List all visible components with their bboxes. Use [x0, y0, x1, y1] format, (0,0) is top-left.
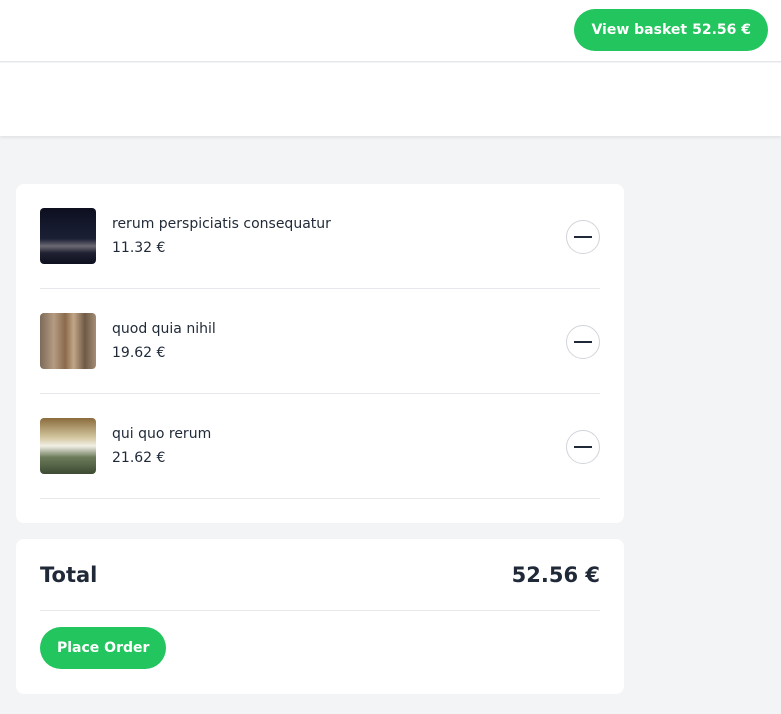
view-basket-button[interactable]: View basket 52.56 €: [574, 9, 768, 51]
product-image: [40, 208, 96, 264]
total-row: Total 52.56 €: [40, 539, 600, 611]
item-price: 21.62 €: [112, 450, 166, 466]
product-image: [40, 418, 96, 474]
item-price: 19.62 €: [112, 345, 166, 361]
minus-icon: [574, 341, 592, 343]
item-name: quod quia nihil: [112, 321, 216, 337]
minus-icon: [574, 236, 592, 238]
basket-items-card: rerum perspiciatis consequatur 11.32 € q…: [16, 184, 624, 523]
remove-item-button[interactable]: [566, 220, 600, 254]
top-bar: View basket 52.56 €: [0, 0, 781, 62]
basket-item: quod quia nihil 19.62 €: [40, 289, 600, 394]
total-label: Total: [40, 562, 98, 587]
remove-item-button[interactable]: [566, 325, 600, 359]
product-image: [40, 313, 96, 369]
order-summary-card: Total 52.56 € Place Order: [16, 539, 624, 694]
basket-item: rerum perspiciatis consequatur 11.32 €: [40, 184, 600, 289]
item-price: 11.32 €: [112, 240, 166, 256]
item-info: qui quo rerum 21.62 €: [112, 422, 211, 470]
remove-item-button[interactable]: [566, 430, 600, 464]
view-basket-label: View basket: [591, 22, 688, 38]
view-basket-total: 52.56 €: [692, 22, 751, 38]
basket-item: qui quo rerum 21.62 €: [40, 394, 600, 499]
item-name: qui quo rerum: [112, 426, 212, 442]
item-info: rerum perspiciatis consequatur 11.32 €: [112, 212, 331, 260]
place-order-button[interactable]: Place Order: [40, 627, 167, 669]
sub-header: [0, 63, 781, 136]
item-name: rerum perspiciatis consequatur: [112, 216, 331, 232]
item-info: quod quia nihil 19.62 €: [112, 317, 216, 365]
total-value: 52.56 €: [511, 562, 600, 587]
minus-icon: [574, 446, 592, 448]
